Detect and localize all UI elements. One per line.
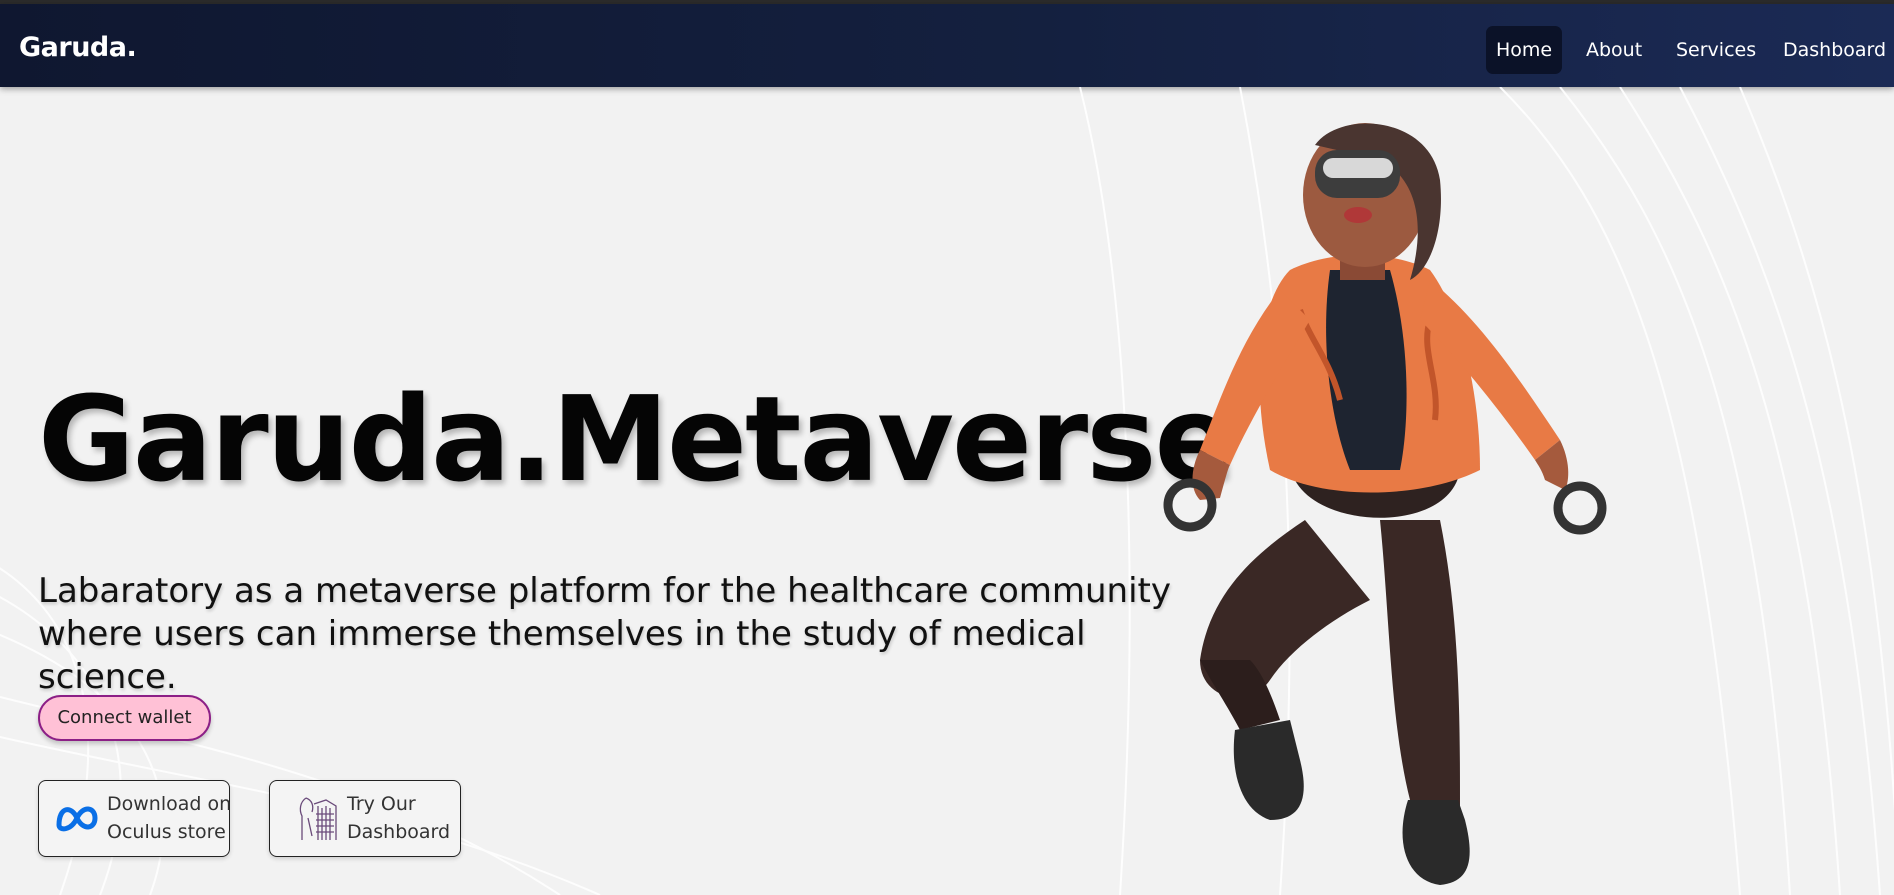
oculus-label-line2: Oculus store bbox=[107, 821, 226, 843]
hero-subtitle: Labaratory as a metaverse platform for t… bbox=[38, 570, 1218, 699]
hero-title: Garuda.Metaverse bbox=[38, 370, 1234, 508]
vr-character-illustration bbox=[1163, 123, 1607, 885]
connect-wallet-button[interactable]: Connect wallet bbox=[38, 695, 211, 741]
nav-services[interactable]: Services bbox=[1666, 26, 1766, 74]
nav-about[interactable]: About bbox=[1576, 26, 1652, 74]
oculus-label-line1: Download on bbox=[107, 793, 232, 815]
dashboard-label-line1: Try Our bbox=[347, 793, 416, 815]
try-dashboard-button[interactable]: Try Our Dashboard bbox=[269, 780, 461, 857]
nav-home[interactable]: Home bbox=[1486, 26, 1563, 74]
hero-subtitle-line2: where users can immerse themselves in th… bbox=[38, 614, 1086, 697]
meta-logo-icon bbox=[56, 806, 98, 832]
navbar: Garuda. Home About Services Dashboard bbox=[0, 4, 1894, 87]
brand-logo[interactable]: Garuda. bbox=[19, 32, 137, 63]
hero-subtitle-line1: Labaratory as a metaverse platform for t… bbox=[38, 571, 1171, 611]
oculus-store-button[interactable]: Download on Oculus store bbox=[38, 780, 232, 857]
nav-dashboard[interactable]: Dashboard bbox=[1773, 26, 1894, 74]
dashboard-label-line2: Dashboard bbox=[347, 821, 451, 843]
anatomy-body-icon bbox=[299, 797, 337, 840]
